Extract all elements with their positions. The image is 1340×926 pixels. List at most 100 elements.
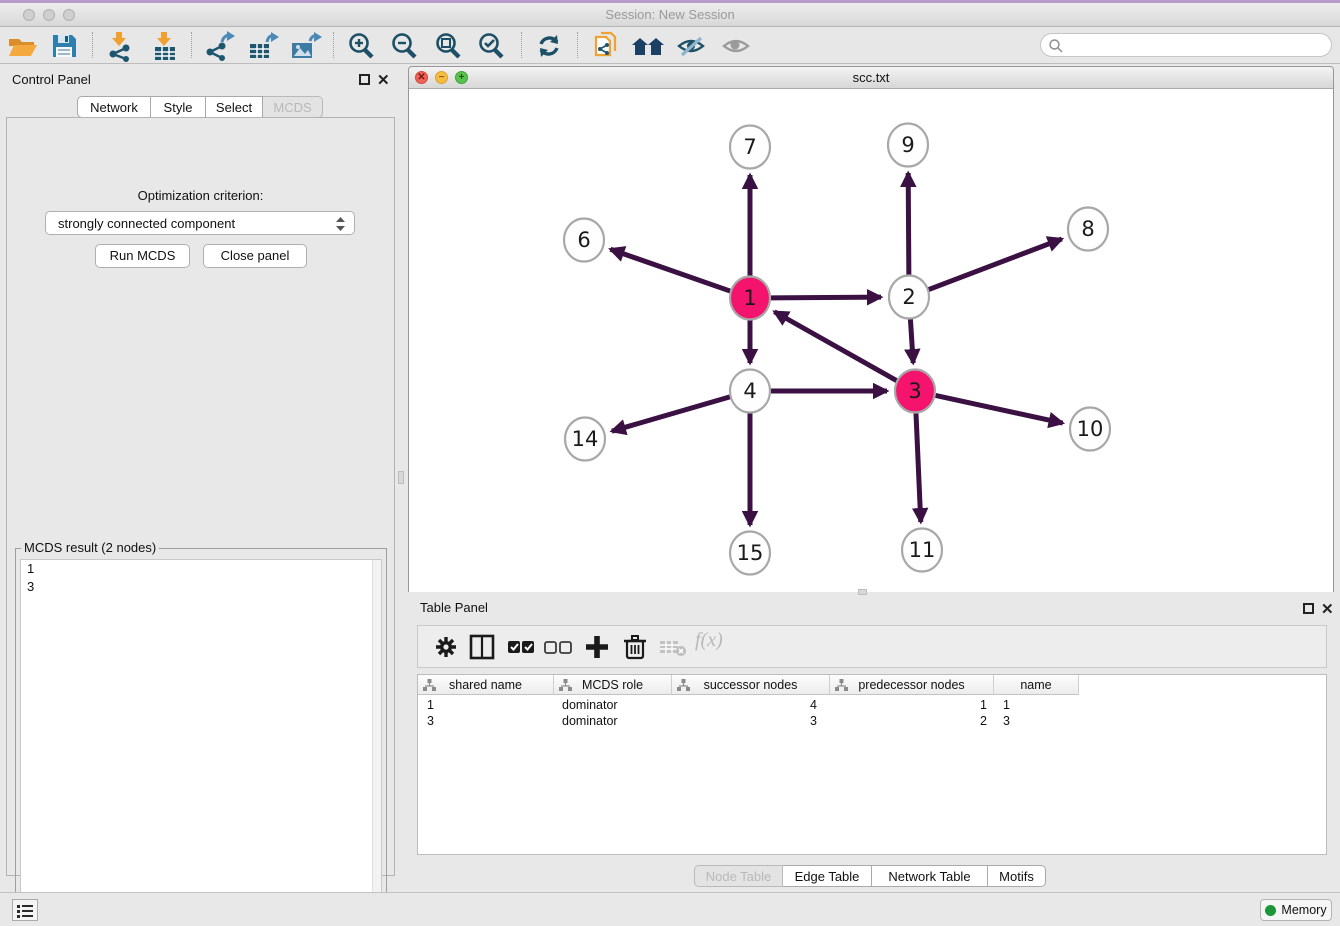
graph-node-15[interactable]: 15 [730, 532, 770, 575]
graph-node-14[interactable]: 14 [565, 418, 605, 461]
graph-edge-3-1[interactable] [774, 312, 896, 381]
column-header-predecessor-nodes[interactable]: predecessor nodes [830, 675, 994, 695]
table-header-row: shared name MCDS role successor nodes pr… [418, 675, 1079, 695]
control-panel-tabs: Network Style Select MCDS [77, 96, 323, 118]
svg-text:6: 6 [577, 228, 590, 252]
mcds-result-legend: MCDS result (2 nodes) [21, 540, 159, 555]
graph-node-7[interactable]: 7 [730, 126, 770, 169]
table-panel-close-icon[interactable]: ✕ [1321, 604, 1334, 615]
table-row[interactable]: 1 dominator 4 1 1 [418, 697, 1079, 713]
zoom-selected-icon[interactable] [475, 30, 509, 62]
cell-predecessor-nodes: 1 [830, 697, 994, 713]
column-header-shared-name[interactable]: shared name [418, 675, 554, 695]
delete-column-trash-icon[interactable] [619, 632, 651, 662]
close-panel-button[interactable]: Close panel [203, 244, 307, 268]
import-network-icon[interactable] [103, 30, 137, 62]
column-header-successor-nodes[interactable]: successor nodes [672, 675, 830, 695]
svg-text:14: 14 [572, 427, 599, 451]
horizontal-splitter-handle[interactable] [858, 589, 867, 595]
graph-edge-1-2[interactable] [771, 297, 881, 298]
tab-style[interactable]: Style [151, 96, 206, 118]
settings-gear-icon[interactable] [430, 632, 462, 662]
svg-text:4: 4 [743, 379, 756, 403]
select-chevrons-icon [335, 215, 346, 236]
graph-node-6[interactable]: 6 [564, 219, 604, 262]
graph-node-11[interactable]: 11 [902, 529, 942, 572]
graph-node-2[interactable]: 2 [889, 276, 929, 319]
open-folder-icon[interactable] [5, 30, 39, 62]
search-input[interactable] [1067, 35, 1325, 55]
export-network-icon[interactable] [202, 30, 236, 62]
function-builder-icon[interactable]: f(x) [695, 629, 727, 659]
cell-shared-name: 1 [418, 697, 554, 713]
graph-edge-2-8[interactable] [929, 239, 1062, 290]
cell-mcds-role: dominator [554, 697, 672, 713]
mcds-result-list[interactable]: 1 3 [20, 559, 382, 921]
graph-edge-3-11[interactable] [916, 412, 921, 522]
show-all-eye-icon[interactable] [720, 30, 754, 62]
network-canvas[interactable]: 7 9 6 8 1 2 4 3 14 10 15 11 [409, 89, 1333, 592]
status-bar: Memory [0, 892, 1340, 926]
network-graph[interactable]: 7 9 6 8 1 2 4 3 14 10 15 11 [409, 89, 1333, 592]
cell-successor-nodes: 4 [672, 697, 830, 713]
tab-node-table[interactable]: Node Table [694, 865, 783, 887]
optimization-criterion-select[interactable]: strongly connected component [45, 211, 355, 235]
graph-node-3[interactable]: 3 [895, 370, 935, 413]
graph-edge-1-6[interactable] [610, 249, 730, 291]
zoom-out-icon[interactable] [388, 30, 422, 62]
tab-mcds[interactable]: MCDS [263, 96, 323, 118]
graph-node-1[interactable]: 1 [730, 277, 770, 320]
search-field[interactable] [1040, 33, 1332, 57]
cell-name: 1 [994, 697, 1079, 713]
cell-name: 3 [994, 713, 1079, 729]
task-history-button[interactable] [12, 899, 38, 921]
result-scrollbar[interactable] [372, 560, 381, 920]
graph-edge-2-3[interactable] [910, 318, 913, 363]
memory-label: Memory [1281, 903, 1326, 917]
column-header-mcds-role[interactable]: MCDS role [554, 675, 672, 695]
tab-edge-table[interactable]: Edge Table [783, 865, 872, 887]
cell-predecessor-nodes: 2 [830, 713, 994, 729]
vertical-splitter-handle[interactable] [398, 471, 404, 484]
svg-text:2: 2 [902, 285, 915, 309]
node-table[interactable]: shared name MCDS role successor nodes pr… [417, 674, 1327, 855]
deselect-all-checkboxes-icon[interactable] [542, 632, 574, 662]
home-views-icon[interactable] [631, 30, 665, 62]
tab-select[interactable]: Select [206, 96, 263, 118]
window-titlebar: Session: New Session [0, 3, 1340, 27]
tab-network[interactable]: Network [77, 96, 151, 118]
tab-motifs[interactable]: Motifs [988, 865, 1046, 887]
run-mcds-button[interactable]: Run MCDS [95, 244, 190, 268]
graph-node-8[interactable]: 8 [1068, 208, 1108, 251]
memory-button[interactable]: Memory [1260, 899, 1332, 921]
export-table-icon[interactable] [245, 30, 279, 62]
column-layout-icon[interactable] [466, 632, 498, 662]
control-panel-close-icon[interactable]: ✕ [377, 75, 390, 86]
import-table-icon[interactable] [148, 30, 182, 62]
column-header-name[interactable]: name [994, 675, 1079, 695]
optimization-criterion-label: Optimization criterion: [7, 188, 394, 203]
graph-edge-3-10[interactable] [936, 395, 1063, 423]
table-row[interactable]: 3 dominator 3 2 3 [418, 713, 1079, 729]
table-panel-float-icon[interactable] [1303, 603, 1314, 614]
tab-network-table[interactable]: Network Table [872, 865, 988, 887]
graph-node-10[interactable]: 10 [1070, 408, 1110, 451]
control-panel-float-icon[interactable] [359, 74, 370, 85]
network-window-title: scc.txt [409, 70, 1333, 85]
zoom-fit-icon[interactable] [432, 30, 466, 62]
delete-table-icon[interactable] [657, 632, 689, 662]
svg-text:11: 11 [909, 538, 936, 562]
refresh-icon[interactable] [532, 30, 566, 62]
graph-edge-2-9[interactable] [908, 173, 909, 276]
duplicate-network-icon[interactable] [588, 30, 622, 62]
export-image-icon[interactable] [288, 30, 322, 62]
graph-edge-4-14[interactable] [612, 397, 730, 431]
zoom-in-icon[interactable] [345, 30, 379, 62]
hide-selected-eye-icon[interactable] [675, 30, 709, 62]
graph-node-9[interactable]: 9 [888, 124, 928, 167]
add-column-icon[interactable] [581, 632, 613, 662]
save-icon[interactable] [47, 30, 81, 62]
network-window-titlebar[interactable]: ✕ − + scc.txt [409, 67, 1333, 89]
select-all-checkboxes-icon[interactable] [505, 632, 537, 662]
graph-node-4[interactable]: 4 [730, 370, 770, 413]
